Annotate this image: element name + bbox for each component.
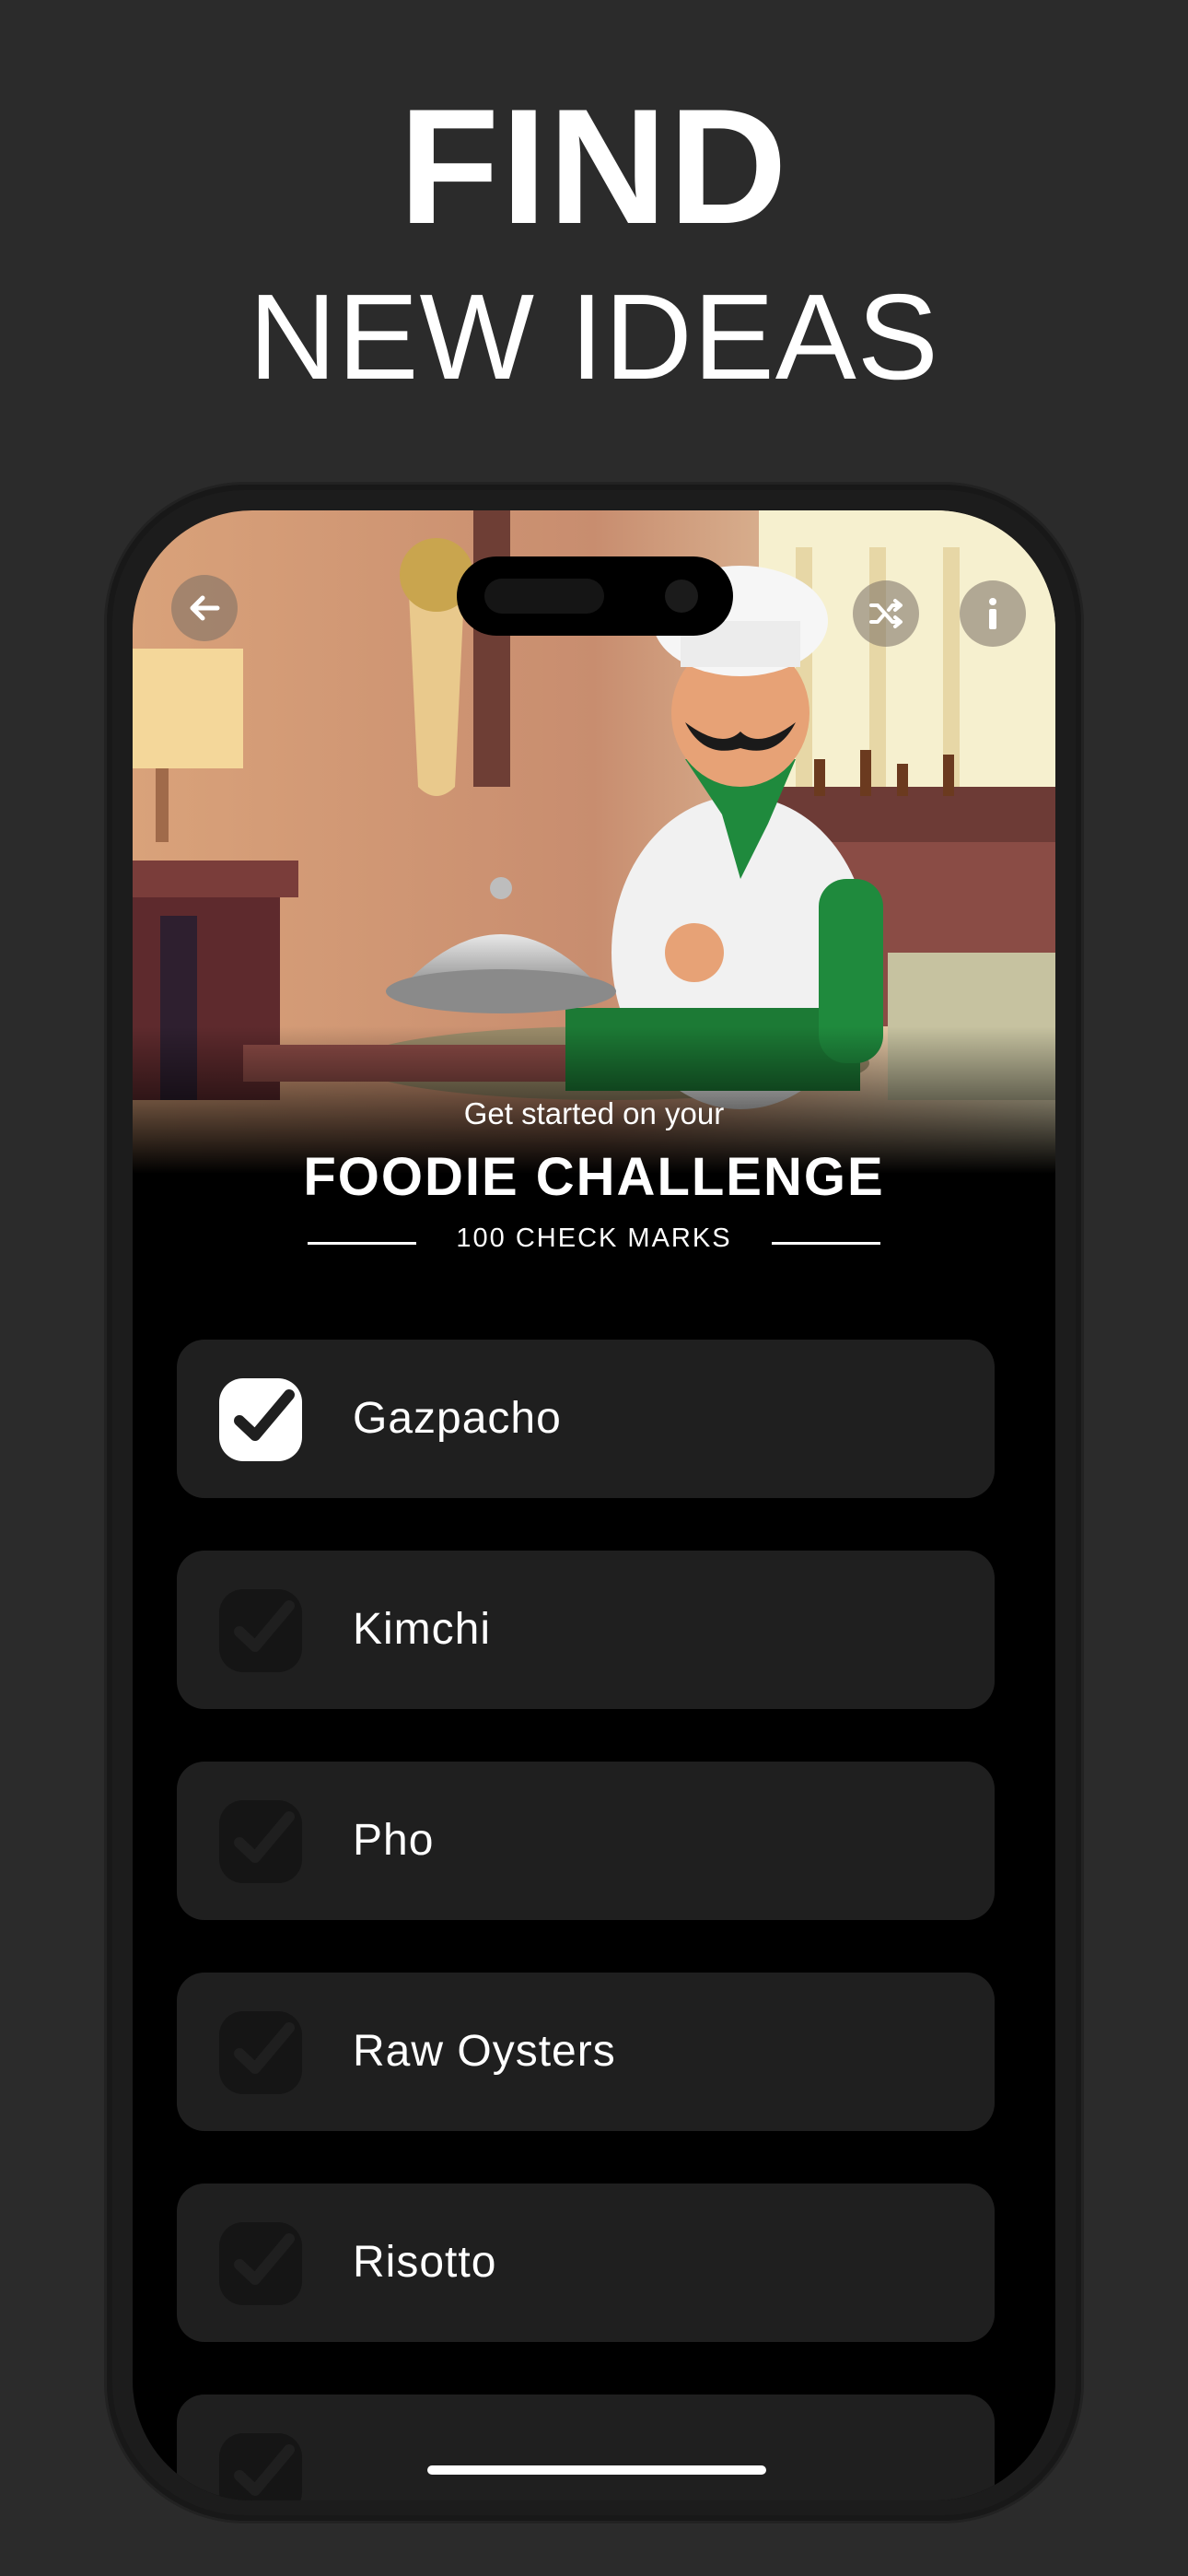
checkbox-unchecked-icon[interactable] <box>217 2431 304 2500</box>
list-item[interactable]: Kimchi <box>177 1551 995 1709</box>
back-button[interactable] <box>171 575 238 641</box>
promo-headline: FIND <box>399 75 789 258</box>
shuffle-icon <box>867 594 905 633</box>
island-pill <box>484 579 604 614</box>
item-label: Risotto <box>353 2238 497 2287</box>
divider-right <box>772 1242 880 1245</box>
home-indicator[interactable] <box>427 2465 766 2475</box>
checkbox-unchecked-icon[interactable] <box>217 2009 304 2096</box>
list-item[interactable]: Gazpacho <box>177 1340 995 1498</box>
dynamic-island <box>457 556 733 636</box>
item-label: Raw Oysters <box>353 2027 616 2076</box>
item-label: Gazpacho <box>353 1394 562 1443</box>
checkbox-unchecked-icon[interactable] <box>217 1587 304 1674</box>
checkmark-count: 100 CHECK MARKS <box>456 1224 732 1253</box>
intro-subtitle: Get started on your <box>463 1096 725 1130</box>
list-item[interactable]: Pho <box>177 1762 995 1920</box>
app-screen: Get started on your FOODIE CHALLENGE 100… <box>133 510 1055 2500</box>
promo-subheadline: NEW IDEAS <box>249 269 939 404</box>
promo-page: FIND NEW IDEAS Get started on your FOODI… <box>0 0 1188 2576</box>
list-item[interactable]: Raw Oysters <box>177 1973 995 2131</box>
checkbox-unchecked-icon[interactable] <box>217 1798 304 1885</box>
arrow-left-icon <box>186 590 223 626</box>
checkbox-unchecked-icon[interactable] <box>217 2220 304 2307</box>
shuffle-button[interactable] <box>853 580 919 647</box>
info-button[interactable] <box>960 580 1026 647</box>
info-icon <box>976 595 1009 632</box>
checkbox-checked-icon[interactable] <box>217 1376 304 1463</box>
item-label: Kimchi <box>353 1605 492 1654</box>
challenge-title: FOODIE CHALLENGE <box>303 1147 885 1207</box>
item-label: Pho <box>353 1816 435 1865</box>
front-camera <box>665 580 698 613</box>
list-item[interactable]: Risotto <box>177 2184 995 2342</box>
list-item-partial[interactable] <box>177 2395 995 2500</box>
